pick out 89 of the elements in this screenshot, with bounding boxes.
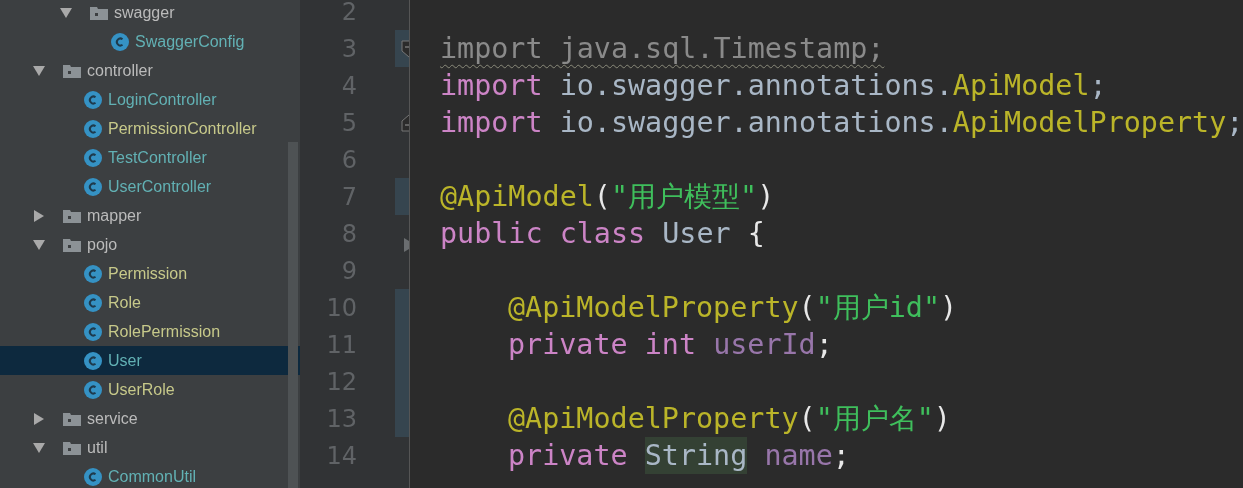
tree-item[interactable]: TestController: [0, 143, 300, 172]
collapse-arrow-icon[interactable]: [32, 63, 46, 78]
code-token: ): [757, 179, 775, 215]
tree-item[interactable]: service: [0, 404, 300, 433]
code-token: "用户模型": [610, 179, 758, 215]
code-token: public class: [440, 216, 646, 252]
code-token: import: [440, 68, 543, 104]
class-icon: [84, 380, 102, 399]
code-token: io.swagger.annotations.: [558, 68, 953, 104]
class-icon: [84, 467, 102, 486]
expand-arrow-icon[interactable]: [32, 208, 46, 223]
collapse-arrow-icon[interactable]: [32, 440, 46, 455]
code-token: (: [798, 290, 816, 326]
item-label: util: [87, 437, 108, 458]
item-label: Role: [108, 292, 141, 313]
code-token: @ApiModelProperty: [508, 290, 799, 326]
class-icon: [84, 322, 102, 341]
code-token: {: [747, 216, 765, 252]
code-token: userId: [713, 327, 816, 363]
folder-icon: [63, 411, 81, 426]
tree-item[interactable]: SwaggerConfig: [0, 27, 300, 56]
code-token: @ApiModelProperty: [508, 401, 799, 437]
code-token: ): [933, 401, 951, 437]
item-label: PermissionController: [108, 118, 257, 139]
expand-arrow-icon[interactable]: [32, 411, 46, 426]
scrollbar[interactable]: [288, 142, 298, 488]
tree-item[interactable]: Permission: [0, 259, 300, 288]
code-token: "用户id": [815, 290, 941, 326]
item-label: SwaggerConfig: [135, 31, 245, 52]
code-token: ApiModel: [952, 68, 1090, 104]
folder-icon: [90, 5, 108, 20]
folder-icon: [63, 440, 81, 455]
code-token: private int: [508, 327, 697, 363]
code-token: ;: [1089, 68, 1107, 104]
collapse-arrow-icon[interactable]: [59, 5, 73, 20]
item-label: swagger: [114, 2, 175, 23]
item-label: RolePermission: [108, 321, 221, 342]
class-icon: [84, 177, 102, 196]
code-token: name: [764, 438, 833, 474]
tree-item[interactable]: util: [0, 433, 300, 462]
tree-item[interactable]: User: [0, 346, 300, 375]
class-icon: [84, 90, 102, 109]
class-icon: [84, 119, 102, 138]
tree-item[interactable]: swagger: [0, 0, 300, 27]
class-icon: [84, 293, 102, 312]
item-label: UserController: [108, 176, 212, 197]
code-token: (: [593, 179, 611, 215]
collapse-arrow-icon[interactable]: [32, 237, 46, 252]
code-token: ;: [1226, 105, 1243, 141]
tree-item[interactable]: CommonUtil: [0, 462, 300, 488]
tree-item[interactable]: UserController: [0, 172, 300, 201]
code-token: (: [798, 401, 816, 437]
item-label: controller: [87, 60, 153, 81]
code-token: "用户名": [815, 401, 934, 437]
code-token: @ApiModel: [440, 179, 594, 215]
code-token: ;: [815, 327, 833, 363]
item-label: CommonUtil: [108, 466, 196, 487]
code-token: String: [644, 437, 748, 474]
item-label: pojo: [87, 234, 118, 255]
tree-item[interactable]: pojo: [0, 230, 300, 259]
item-label: Permission: [108, 263, 188, 284]
item-label: UserRole: [108, 379, 175, 400]
item-label: LoginController: [108, 89, 217, 110]
class-icon: [84, 264, 102, 283]
tree-item[interactable]: RolePermission: [0, 317, 300, 346]
code-token: ): [940, 290, 958, 326]
class-icon: [84, 148, 102, 167]
code-token: import java.sql.Timestamp;: [440, 31, 885, 67]
code-token: ;: [832, 438, 850, 474]
item-label: User: [108, 350, 142, 371]
code-token: ApiModelProperty: [952, 105, 1227, 141]
tree-item[interactable]: Role: [0, 288, 300, 317]
code-token: private: [508, 438, 628, 474]
code-token: User: [661, 216, 732, 252]
folder-icon: [63, 208, 81, 223]
code-token: import: [440, 105, 543, 141]
tree-item[interactable]: PermissionController: [0, 114, 300, 143]
item-label: TestController: [108, 147, 207, 168]
code-token: io.swagger.annotations.: [558, 105, 953, 141]
tree-item[interactable]: controller: [0, 56, 300, 85]
tree-item[interactable]: mapper: [0, 201, 300, 230]
tree-item[interactable]: LoginController: [0, 85, 300, 114]
item-label: mapper: [87, 205, 142, 226]
class-icon: [111, 32, 129, 51]
class-icon: [84, 351, 102, 370]
folder-icon: [63, 63, 81, 78]
folder-icon: [63, 237, 81, 252]
item-label: service: [87, 408, 138, 429]
tree-item[interactable]: UserRole: [0, 375, 300, 404]
